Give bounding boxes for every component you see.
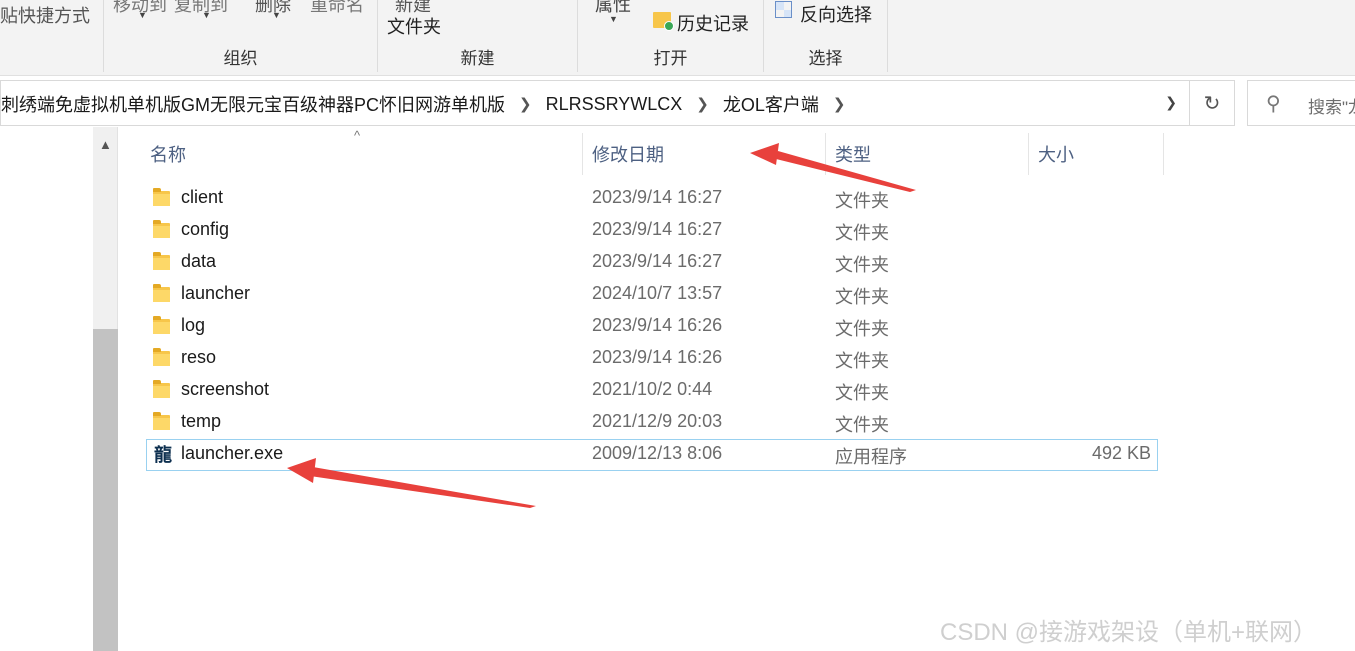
- folder-icon: [153, 252, 170, 270]
- column-header-date[interactable]: 修改日期: [592, 133, 824, 175]
- file-date: 2021/12/9 20:03: [592, 411, 723, 431]
- breadcrumb-item[interactable]: RLRSSRYWLCX: [546, 94, 683, 115]
- file-date: 2023/9/14 16:27: [592, 187, 723, 207]
- properties-dropdown-icon[interactable]: ▼: [609, 14, 618, 24]
- address-history-dropdown-icon[interactable]: ❯: [1165, 94, 1177, 111]
- ribbon-group-select: 反向选择 选择: [764, 0, 888, 72]
- file-type: 文件夹: [835, 287, 889, 307]
- file-type: 文件夹: [835, 415, 889, 435]
- ribbon-group-organize: 移动到 复制到 ▼ ▼ 删除 ▼ 重命名 组织: [104, 0, 378, 72]
- select-group-label: 选择: [808, 49, 843, 68]
- folder-icon: [153, 220, 170, 238]
- file-row-launcher-exe[interactable]: 龍 launcher.exe 2009/12/13 8:06 应用程序 492 …: [146, 439, 1158, 471]
- file-date: 2024/10/7 13:57: [592, 283, 723, 303]
- file-name: reso: [181, 347, 217, 367]
- ribbon-group-open: 属性 ▼ 历史记录 打开: [578, 0, 764, 72]
- ribbon: 贴快捷方式 移动到 复制到 ▼ ▼ 删除 ▼ 重命名 组织 新建 文件夹 新建 …: [0, 0, 1355, 76]
- file-date: 2009/12/13 8:06: [592, 443, 723, 463]
- chevron-right-icon[interactable]: ❯: [519, 95, 532, 113]
- delete-dropdown-icon[interactable]: ▼: [272, 10, 281, 20]
- file-type: 文件夹: [835, 255, 889, 275]
- file-name: screenshot: [181, 379, 270, 399]
- history-button[interactable]: 历史记录: [677, 10, 749, 36]
- column-header-size[interactable]: 大小: [1038, 133, 1162, 175]
- file-name: log: [181, 315, 206, 335]
- new-group-label: 新建: [460, 49, 495, 68]
- file-name: data: [181, 251, 217, 271]
- file-row-client[interactable]: client 2023/9/14 16:27 文件夹: [146, 183, 1158, 215]
- folder-icon: [153, 412, 170, 430]
- file-row-reso[interactable]: reso 2023/9/14 16:26 文件夹: [146, 343, 1158, 375]
- new-folder-button[interactable]: 文件夹: [387, 13, 441, 39]
- file-date: 2021/10/2 0:44: [592, 379, 713, 399]
- column-header-date-label: 修改日期: [592, 145, 664, 165]
- column-divider[interactable]: [825, 133, 826, 175]
- breadcrumb: 刺绣端免虚拟机单机版GM无限元宝百级神器PC怀旧网游单机版 ❯ RLRSSRYW…: [1, 81, 859, 127]
- history-icon: [653, 12, 674, 31]
- search-box[interactable]: ⚲ 搜索"龙: [1247, 80, 1355, 126]
- move-to-dropdown-icon[interactable]: ▼: [138, 10, 147, 20]
- copy-to-dropdown-icon[interactable]: ▼: [202, 10, 211, 20]
- file-name: client: [181, 187, 224, 207]
- column-divider[interactable]: [582, 133, 583, 175]
- scrollbar-thumb[interactable]: [93, 329, 118, 651]
- file-row-screenshot[interactable]: screenshot 2021/10/2 0:44 文件夹: [146, 375, 1158, 407]
- column-header-name[interactable]: 名称: [150, 133, 580, 175]
- file-row-data[interactable]: data 2023/9/14 16:27 文件夹: [146, 247, 1158, 279]
- column-header-type-label: 类型: [835, 145, 871, 165]
- file-date: 2023/9/14 16:26: [592, 315, 723, 335]
- file-type: 文件夹: [835, 223, 889, 243]
- address-bar[interactable]: 刺绣端免虚拟机单机版GM无限元宝百级神器PC怀旧网游单机版 ❯ RLRSSRYW…: [0, 80, 1190, 126]
- file-name: config: [181, 219, 230, 239]
- folder-icon: [153, 284, 170, 302]
- rename-button[interactable]: 重命名: [310, 0, 364, 17]
- column-header-size-label: 大小: [1038, 145, 1074, 165]
- file-row-temp[interactable]: temp 2021/12/9 20:03 文件夹: [146, 407, 1158, 439]
- breadcrumb-item[interactable]: 龙OL客户端: [723, 91, 819, 117]
- file-date: 2023/9/14 16:26: [592, 347, 723, 367]
- file-size: 492 KB: [1091, 443, 1151, 463]
- file-type: 文件夹: [835, 383, 889, 403]
- file-type: 文件夹: [835, 351, 889, 371]
- breadcrumb-item[interactable]: 刺绣端免虚拟机单机版GM无限元宝百级神器PC怀旧网游单机版: [1, 91, 505, 117]
- file-name: temp: [181, 411, 222, 431]
- folder-icon: [153, 380, 170, 398]
- file-name: launcher: [181, 283, 251, 303]
- chevron-right-icon[interactable]: ❯: [833, 95, 846, 113]
- invert-selection-icon: [775, 1, 792, 18]
- folder-icon: [153, 316, 170, 334]
- file-row-launcher[interactable]: launcher 2024/10/7 13:57 文件夹: [146, 279, 1158, 311]
- scroll-up-icon[interactable]: ▲: [99, 137, 112, 152]
- folder-icon: [153, 348, 170, 366]
- chevron-right-icon[interactable]: ❯: [696, 95, 709, 113]
- file-date: 2023/9/14 16:27: [592, 251, 723, 271]
- folder-icon: [153, 188, 170, 206]
- column-divider[interactable]: [1028, 133, 1029, 175]
- file-row-config[interactable]: config 2023/9/14 16:27 文件夹: [146, 215, 1158, 247]
- column-divider[interactable]: [1163, 133, 1164, 175]
- search-placeholder: 搜索"龙: [1308, 98, 1355, 117]
- file-row-log[interactable]: log 2023/9/14 16:26 文件夹: [146, 311, 1158, 343]
- open-group-label: 打开: [653, 49, 688, 68]
- file-name: launcher.exe: [181, 443, 284, 463]
- search-icon: ⚲: [1266, 93, 1281, 115]
- ribbon-group-clipboard: 贴快捷方式: [0, 0, 104, 72]
- copy-to-button[interactable]: 复制到: [174, 0, 228, 17]
- navigation-pane[interactable]: [0, 127, 93, 651]
- file-type: 文件夹: [835, 319, 889, 339]
- invert-selection-button[interactable]: 反向选择: [800, 1, 872, 27]
- file-type: 文件夹: [835, 191, 889, 211]
- refresh-button[interactable]: ↻: [1190, 80, 1235, 126]
- app-icon: 龍: [154, 445, 172, 466]
- column-header-type[interactable]: 类型: [835, 133, 1025, 175]
- watermark: CSDN @接游戏架设（单机+联网）: [940, 619, 1318, 646]
- file-date: 2023/9/14 16:27: [592, 219, 723, 239]
- ribbon-group-new: 新建 文件夹 新建: [378, 0, 578, 72]
- column-header-name-label: 名称: [150, 145, 186, 165]
- paste-shortcut-button[interactable]: 贴快捷方式: [0, 2, 90, 28]
- organize-group-label: 组织: [223, 49, 258, 68]
- file-type: 应用程序: [835, 447, 907, 467]
- navigation-scrollbar[interactable]: ▲: [93, 127, 118, 651]
- refresh-icon: ↻: [1203, 92, 1221, 115]
